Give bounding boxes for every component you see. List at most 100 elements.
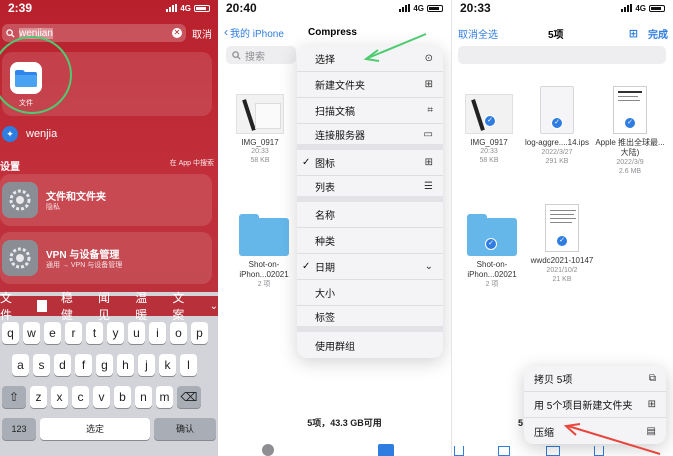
menu-item-sort-date[interactable]: ✓ 日期 ⌄	[297, 254, 443, 280]
file-item-selected[interactable]: ✓ wwdc2021-10147 2021/10/2 21 KB	[526, 204, 598, 284]
pdf-thumbnail: ✓	[613, 86, 647, 134]
key[interactable]: g	[96, 354, 113, 376]
screenshot-collage: 2:39 4G wenjian ✕ 取消 文件 ✦ wenjia 设置 在 Ap…	[0, 0, 673, 456]
suggestion-text: wenjia	[26, 128, 58, 140]
browse-tab-icon[interactable]	[378, 444, 394, 456]
key[interactable]: q	[2, 322, 19, 344]
key[interactable]: t	[86, 322, 103, 344]
share-icon[interactable]	[454, 446, 464, 456]
key[interactable]: i	[149, 322, 166, 344]
folder-item-selected[interactable]: ✓ Shot-on-iPhon...02021 2 项	[456, 214, 528, 289]
search-in-app-link[interactable]: 在 App 中搜索	[170, 158, 214, 173]
key[interactable]: x	[51, 386, 68, 408]
candidate[interactable]: 稳健	[61, 289, 84, 323]
key[interactable]: w	[23, 322, 40, 344]
candidate[interactable]: 文案	[172, 289, 195, 323]
navigation-bar: 取消全选 5项 ⊞ 完成	[452, 24, 673, 42]
menu-item-sort-tags[interactable]: 标签	[297, 306, 443, 332]
candidate[interactable]: 文件	[0, 289, 23, 323]
file-time: 20:33	[251, 148, 269, 155]
candidate[interactable]: 温暖	[135, 289, 158, 323]
key[interactable]: c	[72, 386, 89, 408]
key[interactable]: s	[33, 354, 50, 376]
menu-item-connect-server[interactable]: 连接服务器 ▭	[297, 124, 443, 150]
key[interactable]: y	[107, 322, 124, 344]
key[interactable]: u	[128, 322, 145, 344]
selected-check-icon: ✓	[556, 235, 568, 247]
file-date: 2022/3/27	[541, 149, 573, 156]
done-button[interactable]: 完成	[648, 26, 668, 41]
chevron-down-icon[interactable]: ⌄	[210, 301, 218, 312]
candidate[interactable]: 闻见	[98, 289, 121, 323]
settings-gear-icon	[2, 240, 38, 276]
key[interactable]: k	[159, 354, 176, 376]
file-size: 58 KB	[479, 157, 499, 164]
key[interactable]: r	[65, 322, 82, 344]
folder-icon: ✓	[467, 214, 517, 256]
folder-name: Shot-on-iPhon...02021	[467, 260, 517, 279]
web-suggestion[interactable]: ✦ wenjia	[2, 122, 212, 146]
key[interactable]: m	[156, 386, 173, 408]
key-row-1: q w e r t y u i o p	[2, 322, 208, 344]
menu-item-icons[interactable]: ✓ 图标 ⊞	[297, 150, 443, 176]
settings-result-1[interactable]: 文件和文件夹 隐私	[0, 174, 212, 226]
signal-icon	[621, 4, 633, 12]
key[interactable]: d	[54, 354, 71, 376]
spotlight-panel: 2:39 4G wenjian ✕ 取消 文件 ✦ wenjia 设置 在 Ap…	[0, 0, 218, 456]
key[interactable]: n	[135, 386, 152, 408]
menu-item-new-folder-with-items[interactable]: 用 5个项目新建文件夹 ⊞	[524, 392, 666, 418]
key[interactable]: z	[30, 386, 47, 408]
copy-icon: ⧉	[648, 373, 656, 384]
recents-tab-icon[interactable]	[262, 444, 274, 456]
key[interactable]: l	[180, 354, 197, 376]
menu-item-list[interactable]: 列表 ☰	[297, 176, 443, 202]
key[interactable]: e	[44, 322, 61, 344]
keyboard-candidates: 文件 稳健 闻见 温暖 文案 ⌄	[0, 291, 218, 322]
key[interactable]: f	[75, 354, 92, 376]
menu-item-scan[interactable]: 扫描文稿 ⌗	[297, 98, 443, 124]
result-title: VPN 与设备管理	[46, 250, 120, 261]
file-item-selected[interactable]: ✓ log-aggre....14.ips 2022/3/27 291 KB	[524, 86, 590, 166]
key[interactable]: v	[93, 386, 110, 408]
key[interactable]: a	[12, 354, 29, 376]
menu-item-use-groups[interactable]: 使用群组	[297, 332, 443, 358]
status-time: 2:39	[8, 1, 33, 15]
menu-item-sort-size[interactable]: 大小	[297, 280, 443, 306]
folder-item[interactable]: Shot-on-iPhon...02021 2 项	[228, 214, 300, 289]
checkmark-icon: ✓	[302, 261, 311, 272]
clear-icon[interactable]: ✕	[172, 28, 182, 38]
result-title: 文件和文件夹	[46, 192, 106, 203]
key[interactable]: b	[114, 386, 131, 408]
menu-label: 名称	[315, 211, 335, 222]
chevron-down-icon: ⌄	[424, 261, 433, 272]
key[interactable]: j	[138, 354, 155, 376]
key[interactable]: o	[170, 322, 187, 344]
grid-view-icon[interactable]: ⊞	[629, 27, 638, 40]
file-item[interactable]: IMG_0917 20:33 58 KB	[230, 94, 290, 165]
file-item-selected[interactable]: ✓ Apple 推出全球最...大陆) 2022/3/9 2.6 MB	[592, 86, 668, 176]
menu-label: 连接服务器	[315, 130, 365, 142]
search-input[interactable]	[458, 46, 666, 64]
signal-icon	[166, 4, 178, 12]
storage-footer: 5项，43.3 GB可用	[307, 418, 382, 428]
cancel-button[interactable]: 取消	[192, 26, 212, 41]
status-bar: 20:33 4G	[452, 0, 673, 16]
key[interactable]: p	[191, 322, 208, 344]
file-size: 2.6 MB	[618, 168, 642, 175]
duplicate-icon[interactable]	[498, 446, 510, 456]
menu-item-copy[interactable]: 拷贝 5项 ⧉	[524, 366, 666, 392]
shift-key[interactable]: ⇧	[2, 386, 26, 408]
deselect-all-button[interactable]: 取消全选	[452, 26, 498, 41]
confirm-key[interactable]: 确认	[154, 418, 216, 440]
space-key[interactable]: 选定	[40, 418, 150, 440]
image-thumbnail	[236, 94, 284, 134]
section-title: 设置	[0, 162, 20, 173]
menu-item-sort-name[interactable]: 名称	[297, 202, 443, 228]
menu-item-sort-kind[interactable]: 种类	[297, 228, 443, 254]
key[interactable]: h	[117, 354, 134, 376]
file-item-selected[interactable]: ✓ IMG_0917 20:33 58 KB	[458, 94, 520, 165]
numbers-key[interactable]: 123	[2, 418, 36, 440]
battery-icon	[649, 4, 665, 12]
delete-key[interactable]: ⌫	[177, 386, 201, 408]
settings-result-2[interactable]: VPN 与设备管理 通用 → VPN 与设备管理	[0, 232, 212, 284]
